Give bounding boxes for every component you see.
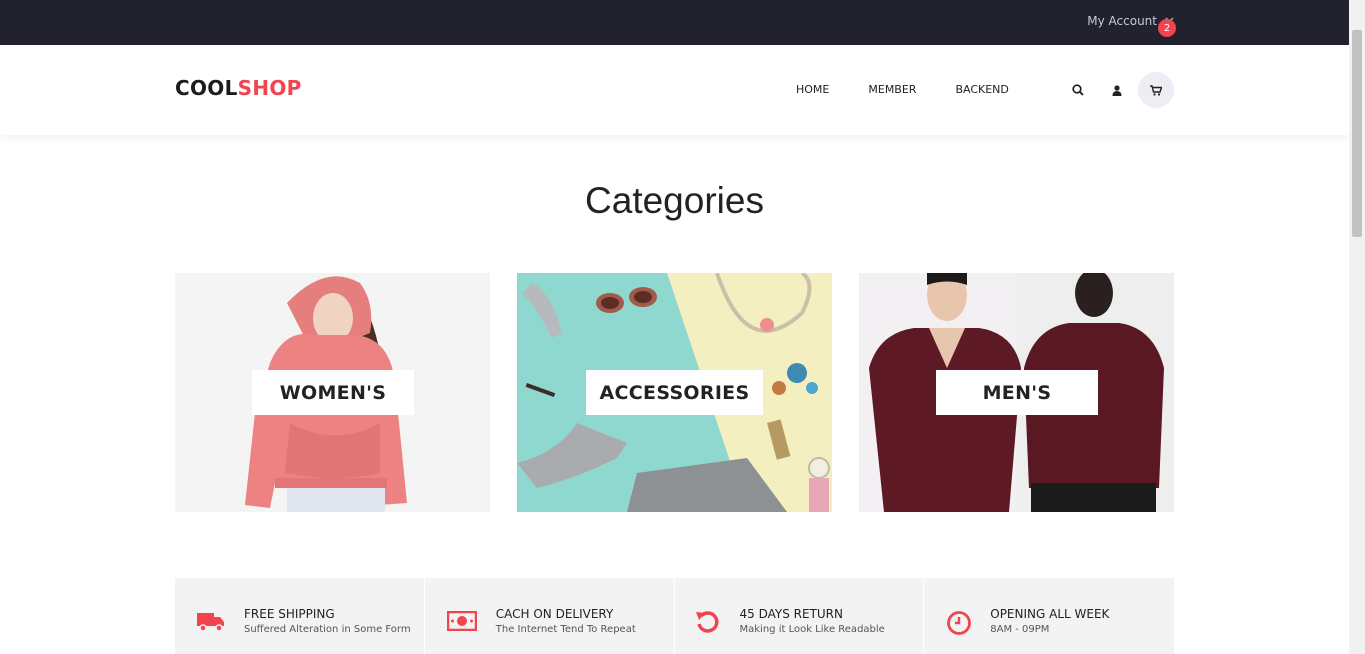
feature-cash-on-delivery: CACH ON DELIVERY The Internet Tend To Re… <box>425 578 675 654</box>
cart-button[interactable] <box>1138 72 1174 108</box>
category-label-accessories: ACCESSORIES <box>586 370 763 415</box>
feature-title: CACH ON DELIVERY <box>495 607 614 621</box>
cart-count-badge: 2 <box>1158 19 1176 37</box>
top-bar: My Account <box>0 0 1349 45</box>
category-card-accessories[interactable]: ACCESSORIES <box>517 273 832 512</box>
feature-title: 45 DAYS RETURN <box>739 607 844 621</box>
features-bar: FREE SHIPPING Suffered Alteration in Som… <box>175 578 1174 654</box>
nav-home[interactable]: HOME <box>796 83 829 96</box>
user-icon[interactable] <box>1102 75 1132 105</box>
feature-subtitle: 8AM - 09PM <box>990 624 1050 635</box>
scrollbar-thumb[interactable] <box>1352 30 1362 237</box>
category-label-mens: MEN'S <box>936 370 1098 415</box>
cart-icon <box>1150 81 1163 100</box>
cash-icon <box>446 610 477 639</box>
truck-icon <box>197 610 227 638</box>
site-header: COOLSHOP HOME MEMBER BACKEND <box>0 45 1349 135</box>
category-card-mens[interactable]: MEN'S <box>859 273 1174 512</box>
my-account-label: My Account <box>1087 14 1157 28</box>
feature-title: FREE SHIPPING <box>244 607 335 621</box>
site-logo[interactable]: COOLSHOP <box>175 76 302 100</box>
feature-title: OPENING ALL WEEK <box>990 607 1110 621</box>
feature-subtitle: The Internet Tend To Repeat <box>495 624 636 635</box>
feature-subtitle: Suffered Alteration in Some Form <box>244 624 411 635</box>
logo-text-shop: SHOP <box>237 76 302 100</box>
logo-text-cool: COOL <box>175 76 238 100</box>
category-label-womens: WOMEN'S <box>252 370 414 415</box>
feature-opening-all-week: OPENING ALL WEEK 8AM - 09PM <box>924 578 1174 654</box>
feature-free-shipping: FREE SHIPPING Suffered Alteration in Som… <box>175 578 425 654</box>
nav-member[interactable]: MEMBER <box>868 83 916 96</box>
feature-days-return: 45 DAYS RETURN Making it Look Like Reada… <box>675 578 925 654</box>
search-icon[interactable] <box>1063 75 1093 105</box>
category-card-womens[interactable]: WOMEN'S <box>175 273 490 512</box>
clock-icon <box>946 610 976 638</box>
return-icon <box>695 609 725 637</box>
main-nav: HOME MEMBER BACKEND <box>796 83 1048 96</box>
feature-subtitle: Making it Look Like Readable <box>739 624 885 635</box>
categories-title: Categories <box>585 180 764 221</box>
nav-backend[interactable]: BACKEND <box>955 83 1008 96</box>
